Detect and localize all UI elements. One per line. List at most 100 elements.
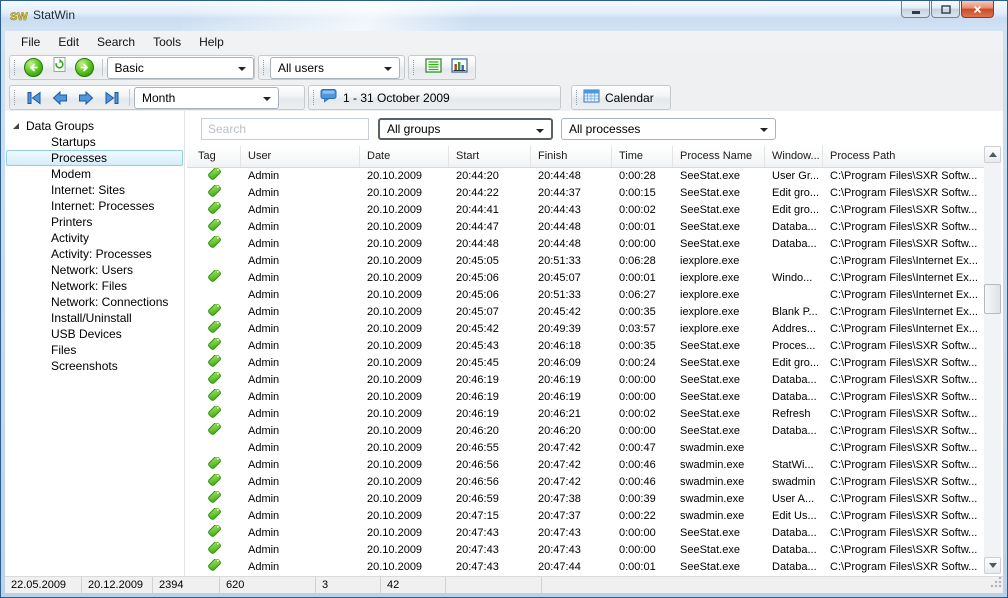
menu-search[interactable]: Search	[88, 32, 144, 53]
column-header-start[interactable]: Start	[449, 146, 531, 167]
previous-period-button[interactable]	[47, 87, 73, 109]
column-header-tag[interactable]: Tag	[187, 146, 241, 167]
title-bar: SW StatWin	[1, 1, 1007, 31]
toolbar-gripper[interactable]	[313, 90, 315, 105]
table-row[interactable]: Admin20.10.200920:45:4520:46:090:00:24Se…	[187, 355, 984, 372]
tag-icon	[207, 338, 222, 355]
sidebar-item-modem[interactable]: Modem	[6, 166, 183, 182]
table-row[interactable]: Admin20.10.200920:46:1920:46:190:00:00Se…	[187, 389, 984, 406]
table-row[interactable]: Admin20.10.200920:44:4720:44:480:00:01Se…	[187, 219, 984, 236]
table-row[interactable]: Admin20.10.200920:45:0620:51:330:06:27ie…	[187, 287, 984, 304]
toolbar-gripper[interactable]	[14, 60, 16, 75]
table-row[interactable]: Admin20.10.200920:47:4320:47:430:00:00Se…	[187, 542, 984, 559]
cell-window-: Databa...	[765, 372, 823, 389]
menu-edit[interactable]: Edit	[49, 32, 88, 53]
table-row[interactable]: Admin20.10.200920:45:0620:45:070:00:01ie…	[187, 270, 984, 287]
table-row[interactable]: Admin20.10.200920:47:4320:47:440:00:01Se…	[187, 559, 984, 574]
minimize-button[interactable]	[901, 1, 930, 18]
chart-view-button[interactable]	[446, 57, 472, 79]
column-header-user[interactable]: User	[241, 146, 360, 167]
cell-process-name: iexplore.exe	[673, 287, 765, 304]
table-row[interactable]: Admin20.10.200920:46:5520:47:420:00:47sw…	[187, 440, 984, 457]
date-range-button[interactable]: 1 - 31 October 2009	[308, 85, 561, 110]
search-input[interactable]	[201, 118, 369, 140]
sidebar-item-activity-processes[interactable]: Activity: Processes	[6, 246, 183, 262]
sidebar-item-processes[interactable]: Processes	[6, 150, 183, 166]
table-row[interactable]: Admin20.10.200920:46:5920:47:380:00:39sw…	[187, 491, 984, 508]
last-period-button[interactable]	[99, 87, 125, 109]
toolbar-gripper[interactable]	[263, 60, 265, 75]
sidebar-item-internet-processes[interactable]: Internet: Processes	[6, 198, 183, 214]
scroll-down-button[interactable]	[984, 557, 1001, 574]
table-row[interactable]: Admin20.10.200920:46:5620:47:420:00:46sw…	[187, 457, 984, 474]
column-header-process-name[interactable]: Process Name	[673, 146, 765, 167]
close-button[interactable]	[961, 1, 994, 18]
resize-grip-icon[interactable]	[990, 577, 1002, 592]
cell-time: 0:00:00	[612, 372, 673, 389]
skip-end-icon	[103, 91, 121, 105]
toolbar-gripper[interactable]	[14, 90, 16, 105]
table-row[interactable]: Admin20.10.200920:46:1920:46:210:00:02Se…	[187, 406, 984, 423]
cell-date: 20.10.2009	[360, 219, 449, 236]
period-type-combobox[interactable]: Month	[134, 87, 279, 109]
table-row[interactable]: Admin20.10.200920:45:4320:46:180:00:35Se…	[187, 338, 984, 355]
tag-icon	[207, 474, 222, 491]
table-row[interactable]: Admin20.10.200920:44:2020:44:480:00:28Se…	[187, 168, 984, 185]
column-header-finish[interactable]: Finish	[531, 146, 612, 167]
menu-help[interactable]: Help	[190, 32, 233, 53]
sidebar-item-internet-sites[interactable]: Internet: Sites	[6, 182, 183, 198]
table-row[interactable]: Admin20.10.200920:44:2220:44:370:00:15Se…	[187, 185, 984, 202]
menu-file[interactable]: File	[12, 32, 49, 53]
toolbar-gripper[interactable]	[413, 60, 415, 75]
column-header-date[interactable]: Date	[360, 146, 449, 167]
sidebar-item-network-connections[interactable]: Network: Connections	[6, 294, 183, 310]
sidebar-item-startups[interactable]: Startups	[6, 134, 183, 150]
cell-user: Admin	[241, 253, 360, 270]
next-period-button[interactable]	[73, 87, 99, 109]
table-row[interactable]: Admin20.10.200920:47:1520:47:370:00:22sw…	[187, 508, 984, 525]
sidebar-item-printers[interactable]: Printers	[6, 214, 183, 230]
data-groups-tree: Data GroupsStartupsProcessesModemInterne…	[5, 111, 185, 577]
process-filter-combobox[interactable]: All processes	[561, 118, 776, 140]
cell-window-: User A...	[765, 491, 823, 508]
calendar-button[interactable]: Calendar	[571, 85, 671, 110]
sidebar-item-activity[interactable]: Activity	[6, 230, 183, 246]
sidebar-item-install-uninstall[interactable]: Install/Uninstall	[6, 310, 183, 326]
scroll-up-button[interactable]	[984, 146, 1001, 163]
table-row[interactable]: Admin20.10.200920:45:4220:49:390:03:57ie…	[187, 321, 984, 338]
table-row[interactable]: Admin20.10.200920:44:4820:44:480:00:00Se…	[187, 236, 984, 253]
table-row[interactable]: Admin20.10.200920:46:2020:46:200:00:00Se…	[187, 423, 984, 440]
refresh-report-button[interactable]	[47, 57, 73, 79]
cell-finish: 20:46:20	[531, 423, 612, 440]
table-row[interactable]: Admin20.10.200920:44:4120:44:430:00:02Se…	[187, 202, 984, 219]
back-button[interactable]	[21, 57, 47, 79]
table-row[interactable]: Admin20.10.200920:46:5620:47:420:00:46sw…	[187, 474, 984, 491]
table-row[interactable]: Admin20.10.200920:45:0520:51:330:06:28ie…	[187, 253, 984, 270]
first-period-button[interactable]	[21, 87, 47, 109]
column-header-process-path[interactable]: Process Path	[823, 146, 984, 167]
forward-button[interactable]	[72, 57, 98, 79]
tree-root-data-groups[interactable]: Data Groups	[5, 118, 184, 134]
cell-window-: Databa...	[765, 389, 823, 406]
sidebar-item-usb-devices[interactable]: USB Devices	[6, 326, 183, 342]
table-row[interactable]: Admin20.10.200920:47:4320:47:430:00:00Se…	[187, 525, 984, 542]
scrollbar-thumb[interactable]	[984, 284, 1001, 314]
table-row[interactable]: Admin20.10.200920:45:0720:45:420:00:35ie…	[187, 304, 984, 321]
cell-time: 0:00:28	[612, 168, 673, 185]
sidebar-item-network-files[interactable]: Network: Files	[6, 278, 183, 294]
user-filter-combobox[interactable]: All users	[270, 57, 400, 79]
column-header-time[interactable]: Time	[612, 146, 673, 167]
menu-tools[interactable]: Tools	[144, 32, 190, 53]
column-header-window-[interactable]: Window...	[765, 146, 823, 167]
table-row[interactable]: Admin20.10.200920:46:1920:46:190:00:00Se…	[187, 372, 984, 389]
sidebar-item-screenshots[interactable]: Screenshots	[6, 358, 183, 374]
toolbar-gripper[interactable]	[576, 90, 578, 105]
vertical-scrollbar[interactable]	[984, 146, 1001, 574]
group-filter-combobox[interactable]: All groups	[378, 118, 553, 140]
tag-icon	[207, 219, 222, 236]
report-type-combobox[interactable]: Basic	[107, 57, 255, 79]
report-view-button[interactable]	[420, 57, 446, 79]
sidebar-item-files[interactable]: Files	[6, 342, 183, 358]
sidebar-item-network-users[interactable]: Network: Users	[6, 262, 183, 278]
maximize-button[interactable]	[931, 1, 960, 18]
